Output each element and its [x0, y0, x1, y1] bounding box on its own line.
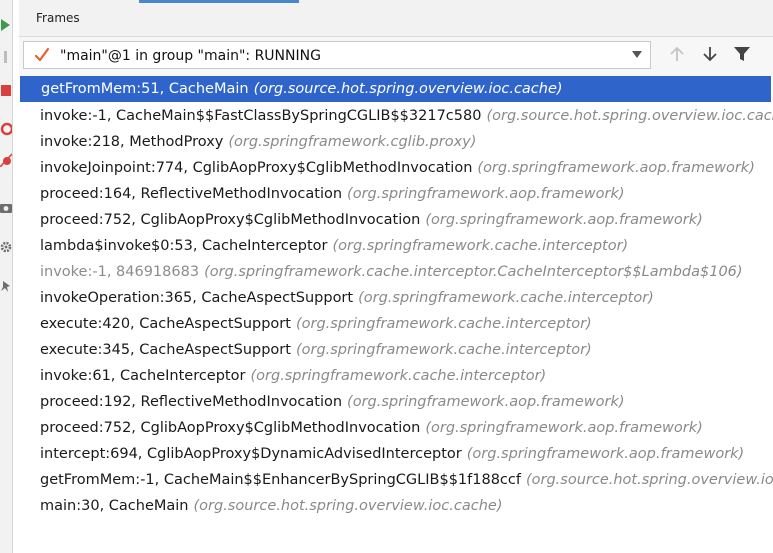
frame-row-library[interactable]: invoke:-1, 846918683 (org.springframework…	[19, 259, 773, 285]
frame-package: (org.springframework.cglib.proxy)	[228, 134, 477, 150]
frame-name: invoke:-1, CacheMain$$FastClassBySpringC…	[40, 108, 482, 124]
check-icon	[34, 47, 50, 62]
frame-row[interactable]: invokeJoinpoint:774, CglibAopProxy$Cglib…	[19, 155, 773, 181]
frame-row[interactable]: intercept:694, CglibAopProxy$DynamicAdvi…	[19, 441, 773, 467]
frame-package: (org.source.hot.spring.overview.ioc.cach…	[193, 498, 503, 514]
chevron-down-icon[interactable]	[632, 51, 642, 59]
frame-row[interactable]: invokeOperation:365, CacheAspectSupport(…	[19, 285, 773, 311]
frame-name: proceed:192, ReflectiveMethodInvocation	[40, 394, 343, 410]
frame-package: (org.springframework.aop.framework)	[477, 160, 755, 176]
frame-package: (org.source.hot.spring.overview.ioc.cach…	[253, 81, 563, 97]
frames-toolbar: "main"@1 in group "main": RUNNING	[19, 37, 773, 76]
frame-row[interactable]: proceed:164, ReflectiveMethodInvocation(…	[19, 181, 773, 207]
frame-package: (org.source.hot.spring.overview.ioc.cach…	[525, 472, 773, 488]
breakpoint-icon[interactable]	[0, 122, 12, 136]
panel-title: Frames	[36, 11, 80, 25]
stop-icon[interactable]	[0, 84, 12, 98]
frame-package: (org.source.hot.spring.overview.ioc.cach…	[486, 108, 773, 124]
frame-package: (org.springframework.aop.framework)	[466, 446, 745, 462]
frame-row[interactable]: execute:420, CacheAspectSupport (org.spri…	[19, 311, 773, 337]
frame-package: (org.springframework.aop.framework)	[425, 420, 703, 436]
frame-row[interactable]: getFromMem:-1, CacheMain$$EnhancerBySpri…	[19, 467, 773, 493]
frame-package: (org.springframework.aop.framework)	[347, 394, 625, 410]
active-tab-indicator	[139, 0, 299, 3]
thread-selector-value: "main"@1 in group "main": RUNNING	[60, 48, 321, 64]
frame-name: invoke:61, CacheInterceptor	[40, 368, 246, 384]
filter-icon[interactable]	[733, 45, 751, 63]
frame-row[interactable]: proceed:192, ReflectiveMethodInvocation(…	[19, 389, 773, 415]
frame-name: getFromMem:51, CacheMain	[41, 81, 249, 97]
frame-row[interactable]: execute:345, CacheAspectSupport (org.spri…	[19, 337, 773, 363]
frame-package: (org.springframework.aop.framework)	[425, 212, 703, 228]
frame-row-selected[interactable]: getFromMem:51, CacheMain (org.source.hot.…	[20, 76, 771, 102]
frame-row[interactable]: lambda$invoke$0:53, CacheInterceptor (org…	[19, 233, 773, 259]
frame-name: invokeJoinpoint:774, CglibAopProxy$Cglib…	[40, 160, 473, 176]
debug-side-toolbar	[0, 0, 13, 553]
frame-package: (org.springframework.cache.interceptor.C…	[204, 264, 743, 280]
frame-name: lambda$invoke$0:53, CacheInterceptor	[40, 238, 328, 254]
frame-row[interactable]: proceed:752, CglibAopProxy$CglibMethodIn…	[19, 207, 773, 233]
frame-row[interactable]: invoke:218, MethodProxy (org.springframew…	[19, 129, 773, 155]
frames-panel-header: Frames	[19, 0, 773, 37]
resume-icon[interactable]	[0, 18, 12, 32]
frame-name: getFromMem:-1, CacheMain$$EnhancerBySpri…	[40, 472, 521, 488]
frame-row[interactable]: proceed:752, CglibAopProxy$CglibMethodIn…	[19, 415, 773, 441]
frame-name: execute:420, CacheAspectSupport	[40, 316, 291, 332]
frame-row[interactable]: main:30, CacheMain (org.source.hot.spring…	[19, 493, 773, 519]
frame-row[interactable]: invoke:-1, CacheMain$$FastClassBySpringC…	[19, 103, 773, 129]
thread-selector-dropdown[interactable]: "main"@1 in group "main": RUNNING	[23, 41, 651, 69]
frame-package: (org.springframework.cache.interceptor)	[358, 290, 654, 306]
pause-icon[interactable]	[0, 50, 12, 64]
frame-package: (org.springframework.cache.interceptor)	[295, 316, 592, 332]
frame-name: execute:345, CacheAspectSupport	[40, 342, 291, 358]
frame-package: (org.springframework.aop.framework)	[347, 186, 625, 202]
arrow-down-icon[interactable]	[701, 45, 719, 63]
pin-icon[interactable]	[0, 280, 12, 294]
frame-package: (org.springframework.cache.interceptor)	[250, 368, 547, 384]
frame-package: (org.springframework.cache.interceptor)	[295, 342, 592, 358]
frame-name: invoke:-1, 846918683	[40, 264, 200, 280]
frame-package: (org.springframework.cache.interceptor)	[332, 238, 629, 254]
frames-list: getFromMem:51, CacheMain (org.source.hot.…	[19, 76, 773, 553]
frame-name: invoke:218, MethodProxy	[40, 134, 224, 150]
arrow-up-icon[interactable]	[668, 45, 686, 63]
frame-name: invokeOperation:365, CacheAspectSupport	[40, 290, 354, 306]
mute-breakpoints-icon[interactable]	[0, 153, 12, 167]
frame-name: proceed:752, CglibAopProxy$CglibMethodIn…	[40, 212, 421, 228]
frame-name: main:30, CacheMain	[40, 498, 189, 514]
frame-row[interactable]: invoke:61, CacheInterceptor (org.springfr…	[19, 363, 773, 389]
frame-name: proceed:752, CglibAopProxy$CglibMethodIn…	[40, 420, 421, 436]
frame-name: proceed:164, ReflectiveMethodInvocation	[40, 186, 343, 202]
settings-icon[interactable]	[0, 240, 12, 254]
frame-name: intercept:694, CglibAopProxy$DynamicAdvi…	[40, 446, 462, 462]
camera-icon[interactable]	[0, 200, 12, 214]
